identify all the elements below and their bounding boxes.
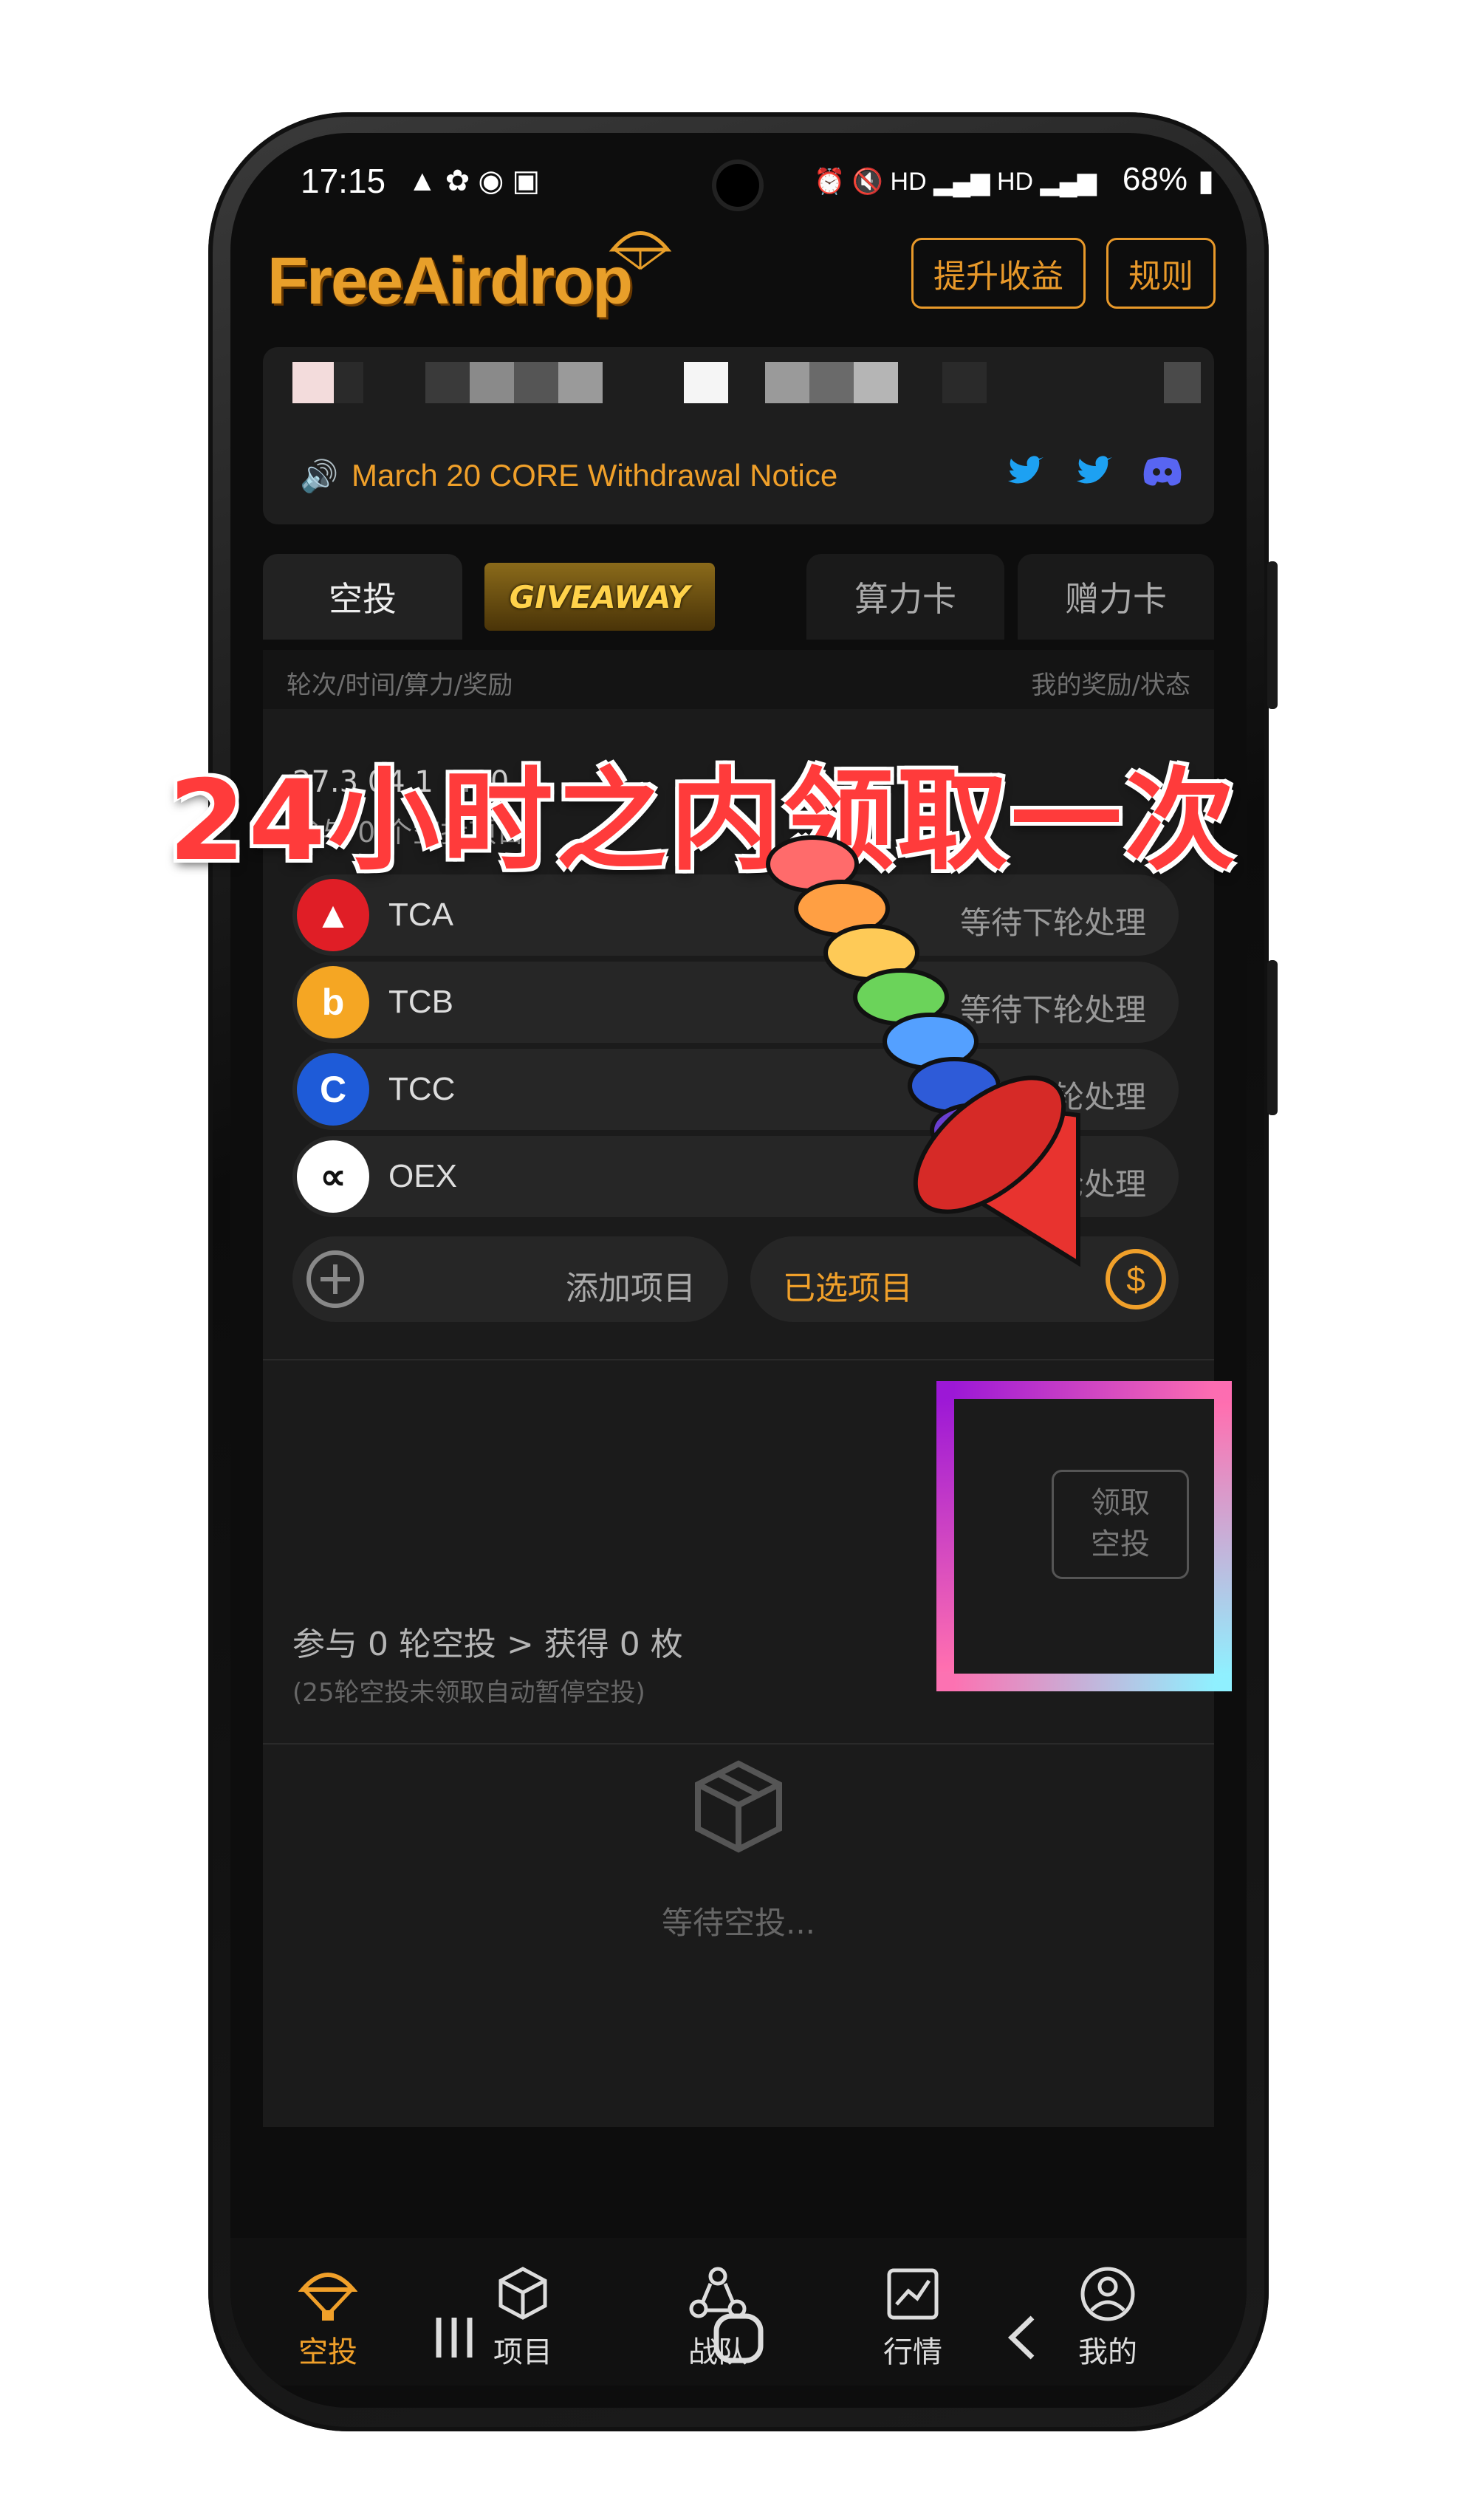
speaker-icon: 🔊 [300,458,339,494]
status-bar: 17:15 ▲ ✿ ◉ ▣ ⏰ 🔇 HD ▂▄▆ HD ▂▄▆ 68% ▮ [230,133,1247,236]
oex-logo-icon: ∝ [297,1140,369,1213]
project-name: TCC [388,1071,456,1107]
parachute-icon [609,231,672,270]
discord-icon[interactable] [1142,454,1183,488]
claim-summary: 参与 0 轮空投 > 获得 0 枚 [292,1626,683,1663]
status-time: 17:15 [301,162,386,200]
front-camera [716,164,759,207]
banner-image [292,362,334,403]
home-icon[interactable] [712,2312,767,2366]
notice-text[interactable]: March 20 CORE Withdrawal Notice [352,458,837,493]
banner-image-part [334,362,363,403]
add-project-label: 添加项目 [566,1270,696,1307]
tab-power-card[interactable]: 算力卡 [806,554,1004,640]
battery-icon: ▮ [1197,165,1214,197]
divider [263,1743,1214,1745]
banner-image-part [809,362,854,403]
power-button [1267,960,1278,1115]
rules-button[interactable]: 规则 [1106,238,1216,309]
project-name: TCA [388,897,453,933]
twitter-icon[interactable] [1005,454,1045,491]
subheader-right: 我的奖励/状态 [1031,671,1190,700]
banner-image-part [854,362,898,403]
tab-bar: 空投 GIVEAWAY 算力卡 赠力卡 [263,554,1214,643]
add-project-button[interactable]: 添加项目 [292,1236,728,1322]
app-header: FreeAirdrop 提升收益 规则 [230,229,1247,340]
project-name: TCB [388,984,453,1020]
system-nav-bar [230,2297,1247,2393]
banner-image-part [425,362,470,403]
divider [263,1359,1214,1360]
tcc-logo-icon: C [297,1053,369,1126]
banner-image-part [1164,362,1201,403]
back-icon[interactable] [998,2312,1050,2363]
upgrade-earnings-button[interactable]: 提升收益 [911,238,1086,309]
banner-image-part [558,362,603,403]
recent-apps-icon[interactable] [428,2312,480,2363]
notification-icons: ▲ ✿ ◉ ▣ [408,165,541,197]
signal-icons: ⏰ 🔇 HD ▂▄▆ HD ▂▄▆ [814,168,1097,196]
app-logo: FreeAirdrop [267,244,633,318]
banner-image-part [765,362,809,403]
banner-image-part [942,362,987,403]
tab-giveaway[interactable]: GIVEAWAY [484,563,715,631]
project-name: OEX [388,1158,457,1194]
list-subheader: 轮次/时间/算力/奖励 我的奖励/状态 [263,650,1214,709]
empty-box-icon [695,1760,782,1853]
notice-banner[interactable]: 🔊 March 20 CORE Withdrawal Notice [263,347,1214,524]
tab-airdrop[interactable]: 空投 [263,554,462,640]
plus-circle-icon [306,1250,364,1308]
tab-gift-card[interactable]: 赠力卡 [1018,554,1214,640]
battery-level: 68% [1122,161,1188,197]
claim-note: (25轮空投未领取自动暂停空投) [292,1678,645,1708]
rainbow-top-sticker-icon [766,835,1080,1267]
banner-image-part [470,362,514,403]
twitter-icon-2[interactable] [1074,454,1114,491]
banner-image-part [514,362,558,403]
tcb-logo-icon: b [297,966,369,1038]
banner-image-part [684,362,728,403]
empty-state-text: 等待空投... [661,1905,816,1941]
subheader-left: 轮次/时间/算力/奖励 [287,671,513,700]
volume-button [1267,561,1278,709]
highlight-frame [936,1381,1232,1691]
